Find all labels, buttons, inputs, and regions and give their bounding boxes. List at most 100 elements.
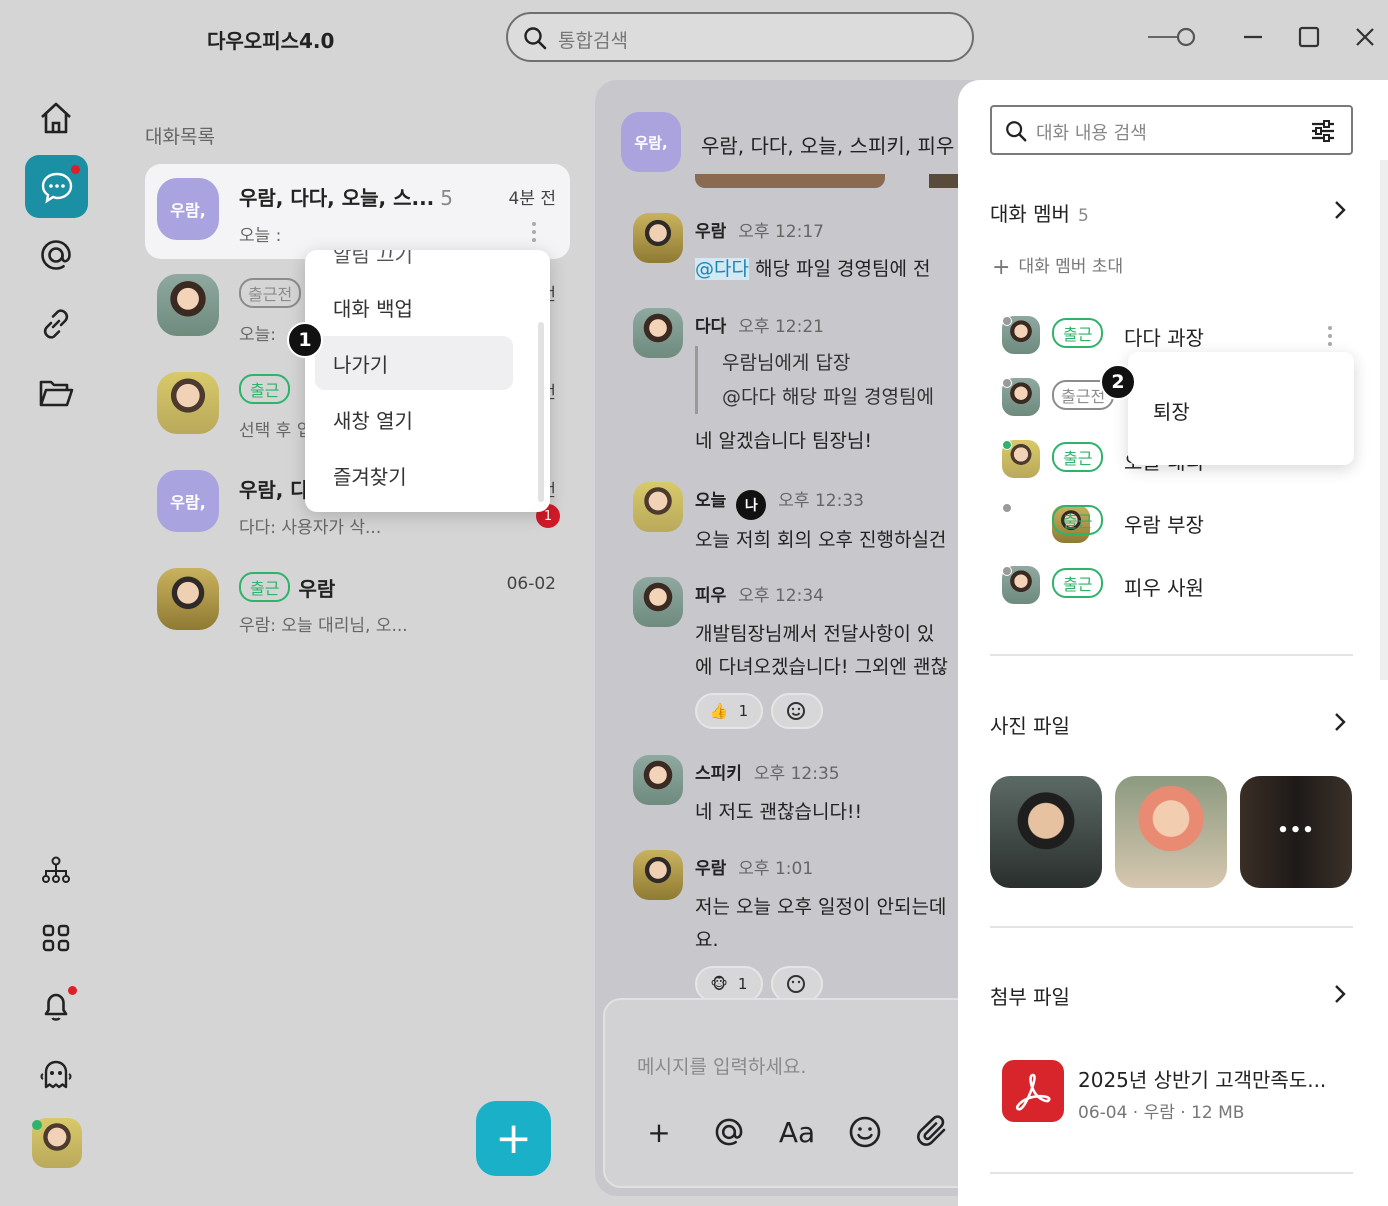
chat-info-panel: 대화 내용 검색 대화 멤버 5 + 대화 멤버 초대 출근 다다 과장 출근전 출… <box>958 80 1388 1206</box>
kick-member-option[interactable]: 퇴장 <box>1153 396 1190 425</box>
link-icon[interactable] <box>34 302 78 346</box>
mention-tag[interactable]: @다다 <box>695 258 749 280</box>
chevron-right-icon[interactable] <box>1330 712 1350 732</box>
bell-icon[interactable] <box>34 984 78 1028</box>
org-chart-icon[interactable] <box>34 848 78 892</box>
shared-image-preview[interactable] <box>695 174 885 188</box>
chat-search-placeholder: 대화 내용 검색 <box>1036 123 1147 144</box>
pin-slider-icon[interactable] <box>1146 26 1198 48</box>
photo-thumbnail[interactable] <box>1115 776 1227 888</box>
mention-icon[interactable] <box>709 1112 749 1152</box>
emoji-icon[interactable] <box>845 1112 885 1152</box>
reaction-emoji[interactable]: 🐵 1 <box>695 966 763 1002</box>
sender-name: 피우 <box>695 586 727 606</box>
member-item[interactable]: 출근 피우 사원 <box>1002 566 1332 610</box>
photo-thumbnail-more[interactable]: ••• <box>1240 776 1352 888</box>
status-badge: 출근 <box>1052 442 1104 472</box>
maximize-icon[interactable] <box>1294 22 1324 52</box>
conversation-item[interactable]: 우람, 우람, 다다, 오늘, 스... 5 4분 전 오늘 : <box>145 164 570 259</box>
add-reaction-button[interactable] <box>771 693 823 729</box>
plus-icon: + <box>992 255 1011 280</box>
chevron-right-icon[interactable] <box>1330 984 1350 1004</box>
search-icon <box>524 27 547 50</box>
conversation-name-text: 우람, 다다, 오늘, 스... <box>239 186 435 210</box>
message-input[interactable]: 메시지를 입력하세요. + Aa <box>603 998 975 1188</box>
message-sender: 피우 오후 12:34 <box>695 581 824 606</box>
global-search-placeholder: 통합검색 <box>558 30 628 52</box>
presence-dot <box>1002 503 1012 513</box>
status-badge: 출근 <box>239 572 291 602</box>
message-sender: 스피키 오후 12:35 <box>695 759 840 784</box>
ghost-bot-icon[interactable] <box>34 1052 78 1096</box>
reply-text: @다다 해당 파일 경영팀에 <box>722 386 934 408</box>
filter-sliders-icon[interactable] <box>1310 119 1336 143</box>
new-chat-button[interactable]: + <box>476 1101 551 1176</box>
file-name[interactable]: 2025년 상반기 고객만족도... <box>1078 1064 1326 1093</box>
menu-item-new-window[interactable]: 새창 열기 <box>315 392 513 446</box>
reply-quote[interactable]: 우람님에게 답장 @다다 해당 파일 경영팀에 <box>695 346 934 414</box>
add-reaction-button[interactable] <box>771 966 823 1002</box>
message-time: 오후 12:17 <box>738 222 824 242</box>
global-search-input[interactable]: 통합검색 <box>506 12 974 62</box>
sender-name: 스피키 <box>695 764 742 784</box>
conversation-item[interactable]: 출근 우람 06-02 우람: 오늘 대리님, 오... <box>145 554 570 649</box>
apps-grid-icon[interactable] <box>34 916 78 960</box>
paperclip-icon[interactable] <box>913 1112 953 1152</box>
chat-title: 우람, 다다, 오늘, 스피키, 피우 <box>701 134 955 158</box>
more-vertical-icon[interactable] <box>1326 324 1334 348</box>
text-format-icon[interactable]: Aa <box>777 1112 817 1152</box>
bell-notification-dot <box>68 986 77 995</box>
message-text: 네 저도 괜찮습니다!! <box>695 801 863 823</box>
message-text: 개발팀장님께서 전달사항이 있 <box>695 623 935 645</box>
user-avatar <box>633 577 683 627</box>
presence-dot <box>1002 316 1012 326</box>
chat-group-avatar: 우람, <box>621 112 681 172</box>
menu-scrollbar[interactable] <box>538 322 544 502</box>
conversation-context-menu: 알림 끄기 대화 백업 나가기 새창 열기 즐겨찾기 <box>305 250 550 512</box>
panel-scrollbar[interactable] <box>1380 160 1388 680</box>
more-vertical-icon[interactable] <box>529 220 539 244</box>
step-marker-1: 1 <box>287 322 323 358</box>
member-item[interactable]: 출근 우람 부장 <box>1002 503 1332 547</box>
close-icon[interactable] <box>1350 22 1380 52</box>
status-badge: 출근전 <box>239 278 302 308</box>
message-sender: 우람 오후 1:01 <box>695 854 813 879</box>
invite-member-button[interactable]: + 대화 멤버 초대 <box>992 252 1123 280</box>
message-text: 에 다녀오겠습니다! 그외엔 괜찮 <box>695 656 948 678</box>
conversation-preview: 오늘 : <box>239 226 282 246</box>
status-badge: 출근 <box>239 374 291 404</box>
conversation-name: 출근전 <box>239 278 309 308</box>
invite-label: 대화 멤버 초대 <box>1018 257 1124 277</box>
files-section-title[interactable]: 첨부 파일 <box>990 981 1070 1010</box>
members-section-title[interactable]: 대화 멤버 5 <box>990 198 1089 227</box>
folder-icon[interactable] <box>34 371 78 415</box>
presence-dot <box>1002 440 1012 450</box>
menu-item-mute[interactable]: 알림 끄기 <box>315 250 513 280</box>
menu-item-favorite[interactable]: 즐겨찾기 <box>315 448 513 502</box>
home-icon[interactable] <box>34 96 78 140</box>
attach-plus-icon[interactable]: + <box>639 1112 679 1152</box>
emoji-icon: 🐵 <box>710 975 728 993</box>
conversation-name-text: 우람 <box>298 577 336 601</box>
conversation-time: 4분 전 <box>508 189 557 209</box>
chat-icon[interactable] <box>25 155 88 218</box>
section-divider <box>990 654 1353 656</box>
message-text: @다다 해당 파일 경영팀에 전 <box>695 254 930 281</box>
menu-item-backup[interactable]: 대화 백업 <box>315 280 513 334</box>
photos-section-title[interactable]: 사진 파일 <box>990 710 1070 739</box>
menu-item-leave[interactable]: 나가기 <box>315 336 513 390</box>
pdf-file-icon[interactable] <box>1002 1060 1064 1122</box>
reaction-thumbs-up[interactable]: 👍 1 <box>695 693 763 729</box>
message-input-placeholder: 메시지를 입력하세요. <box>637 1056 807 1078</box>
user-avatar <box>633 308 683 358</box>
minimize-icon[interactable] <box>1238 22 1268 52</box>
chevron-right-icon[interactable] <box>1330 200 1350 220</box>
member-name: 다다 과장 <box>1124 326 1204 350</box>
status-badge: 출근 <box>1052 318 1104 348</box>
photo-thumbnail[interactable] <box>990 776 1102 888</box>
mention-icon[interactable] <box>34 233 78 277</box>
conversation-preview: 선택 후 입 <box>239 421 313 441</box>
chat-search-input[interactable]: 대화 내용 검색 <box>990 105 1353 155</box>
group-avatar: 우람, <box>157 178 219 240</box>
message-text: 요. <box>695 929 719 951</box>
